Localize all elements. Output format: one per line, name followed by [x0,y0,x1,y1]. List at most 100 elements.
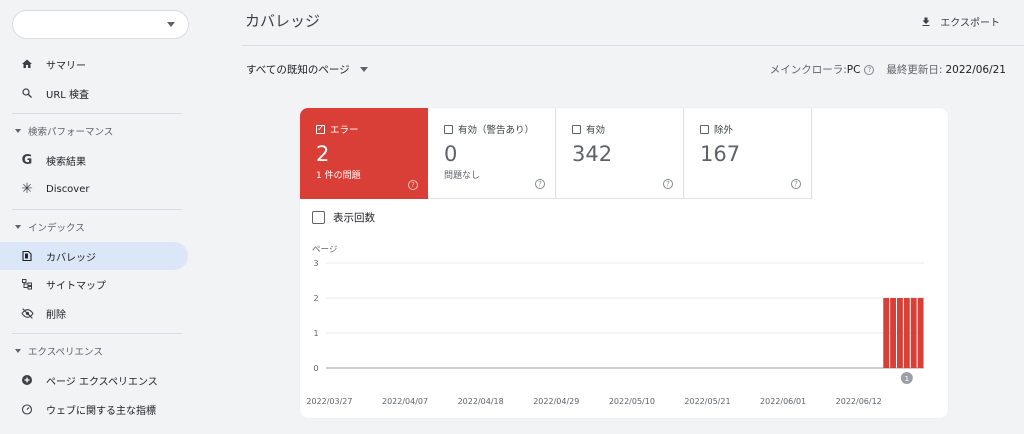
sidebar-item-search-results[interactable]: G 検索結果 [0,146,188,174]
tile-valid[interactable]: 有効 342 ? [556,108,684,199]
plus-circle-icon [20,373,34,387]
chart-bar [890,298,897,368]
sidebar-item-url-inspection[interactable]: URL 検査 [0,79,188,107]
chart-bar [910,298,917,368]
tile-label: 有効（警告あり） [458,125,535,136]
checkbox-icon[interactable] [700,124,709,134]
updated-label: 最終更新日: [886,64,943,76]
section-title: 検索パフォーマンス [28,127,114,138]
sidebar-item-label: 検索結果 [46,156,86,168]
caret-down-icon [359,67,368,72]
sidebar-item-coverage[interactable]: カバレッジ [0,242,188,270]
tile-value: 2 [316,142,330,166]
eye-off-icon [20,306,34,320]
sidebar-item-label: カバレッジ [46,252,96,264]
x-tick-label: 2022/06/01 [760,397,806,406]
asterisk-icon: ✳ [21,181,33,197]
y-tick-label: 1 [313,329,318,338]
x-tick-label: 2022/05/21 [684,397,730,406]
sidebar-item-discover[interactable]: ✳ Discover [0,175,188,203]
x-tick-label: 2022/04/07 [382,397,428,406]
caret-down-icon [15,349,21,353]
page-title: カバレッジ [245,12,321,30]
sidebar-item-removals[interactable]: 削除 [0,299,188,327]
download-icon [922,17,930,26]
x-tick-label: 2022/05/10 [609,397,655,406]
checkbox-icon[interactable] [312,211,325,224]
help-icon[interactable]: ? [864,64,875,75]
chart-bar [903,298,910,368]
caret-down-icon [15,225,21,229]
sidebar: サマリー URL 検査 検索パフォーマンス G 検索結果 ✳ Discover … [0,0,196,434]
help-icon[interactable]: ? [791,179,801,189]
sidebar-item-sitemap[interactable]: サイトマップ [0,270,188,298]
section-title: インデックス [28,223,85,234]
crawler-value: PC [846,63,861,76]
checkbox-icon[interactable] [572,124,581,134]
coverage-card: ✓ エラー 2 1 件の問題 ? 有効（警告あり） 0 問題なし ? 有効 342… [300,108,948,418]
crawler-label: メインクローラ: [769,64,847,76]
section-performance[interactable]: 検索パフォーマンス [0,121,113,141]
page-filter-dropdown[interactable]: すべての既知のページ [246,62,368,77]
property-selector[interactable] [12,10,189,39]
sidebar-item-label: URL 検査 [46,89,90,101]
property-value [17,14,167,35]
updated-value: 2022/06/21 [945,63,1006,76]
header-divider [242,45,1024,46]
sitemap-icon [20,277,34,291]
annotation-label: 1 [905,375,909,383]
tile-value: 342 [572,142,613,166]
sidebar-item-summary[interactable]: サマリー [0,50,188,78]
search-icon [20,86,34,100]
sidebar-item-page-experience[interactable]: ページ エクスペリエンス [0,366,188,394]
divider [12,333,182,334]
impressions-label: 表示回数 [333,212,375,224]
chart-bar [897,298,903,368]
sidebar-item-label: ページ エクスペリエンス [46,376,158,388]
sidebar-item-core-web-vitals[interactable]: ウェブに関する主な指標 [0,395,188,423]
tile-label: 有効 [586,125,606,136]
sidebar-item-label: サマリー [46,60,86,72]
tile-value: 0 [444,142,458,166]
x-tick-label: 2022/03/27 [306,397,352,406]
tile-valid-with-warnings[interactable]: 有効（警告あり） 0 問題なし ? [428,108,556,199]
help-icon[interactable]: ? [535,179,545,189]
checkbox-checked-icon[interactable]: ✓ [316,124,325,134]
sidebar-item-label: 削除 [46,309,66,321]
gauge-icon [20,402,34,416]
y-tick-label: 2 [313,294,318,303]
y-tick-label: 0 [313,364,318,373]
export-label: エクスポート [940,18,1000,29]
tile-label: 除外 [714,125,734,136]
help-icon[interactable]: ? [663,179,673,189]
chart-bar [917,298,924,368]
sidebar-item-label: Discover [46,183,90,195]
coverage-icon [20,249,34,263]
checkbox-icon[interactable] [444,124,453,134]
section-experience[interactable]: エクスペリエンス [0,341,103,361]
tile-error[interactable]: ✓ エラー 2 1 件の問題 ? [300,108,428,199]
chart-bar [883,298,890,368]
export-button[interactable]: エクスポート [920,14,1000,29]
divider [12,209,182,210]
caret-down-icon [15,129,21,133]
coverage-chart: 0 1 2 3 2022/03/27 2022/04/07 2022/04/18 2022/0… [306,259,924,406]
section-index[interactable]: インデックス [0,217,85,237]
help-icon[interactable]: ? [408,180,418,190]
page-filter-label: すべての既知のページ [246,64,350,76]
divider [12,113,182,114]
x-tick-label: 2022/04/18 [458,397,504,406]
tile-sub: 1 件の問題 [316,171,361,181]
crawl-meta: メインクローラ: PC ? 最終更新日: 2022/06/21 [770,62,1006,77]
tile-label: エラー [330,125,359,136]
home-icon [20,57,34,71]
tile-excluded[interactable]: 除外 167 ? [684,108,812,199]
chevron-down-icon [167,22,175,27]
tile-value: 167 [700,142,741,166]
sidebar-item-label: ウェブに関する主な指標 [46,405,156,417]
section-title: エクスペリエンス [28,347,103,358]
google-g-icon: G [21,152,33,168]
impressions-toggle[interactable]: 表示回数 [312,210,375,225]
y-tick-label: 3 [313,259,318,268]
sidebar-item-label: サイトマップ [46,280,106,292]
